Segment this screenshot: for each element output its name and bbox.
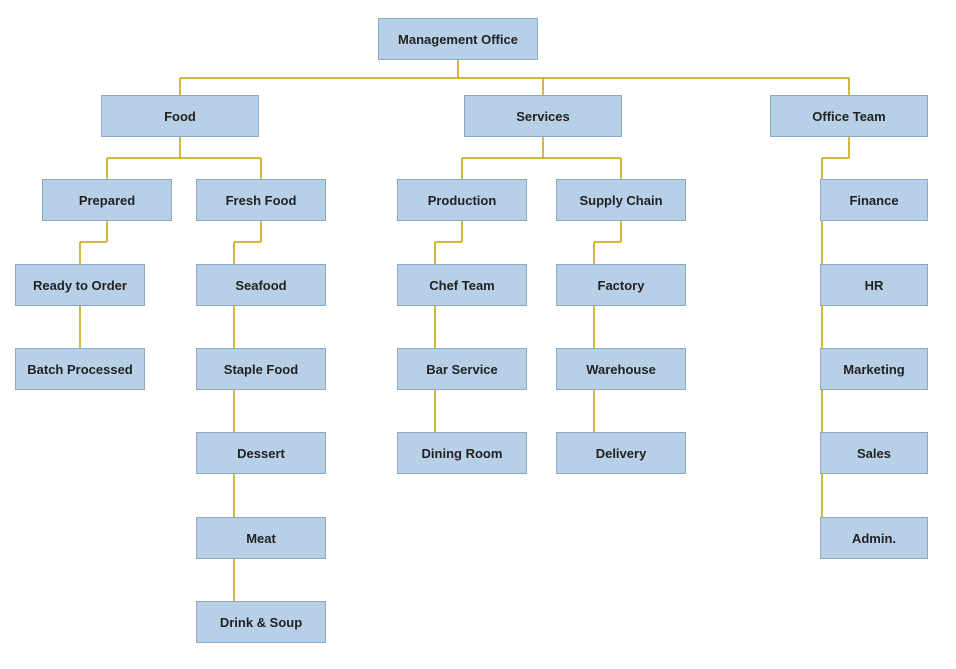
node-staple_food: Staple Food [196, 348, 326, 390]
node-fresh_food: Fresh Food [196, 179, 326, 221]
node-marketing: Marketing [820, 348, 928, 390]
node-office_team: Office Team [770, 95, 928, 137]
node-chef_team: Chef Team [397, 264, 527, 306]
node-factory: Factory [556, 264, 686, 306]
org-chart: Management Office Food Services Office Team… [0, 0, 956, 669]
node-sales: Sales [820, 432, 928, 474]
node-management: Management Office [378, 18, 538, 60]
node-batch_processed: Batch Processed [15, 348, 145, 390]
node-bar_service: Bar Service [397, 348, 527, 390]
node-prepared: Prepared [42, 179, 172, 221]
node-food: Food [101, 95, 259, 137]
node-seafood: Seafood [196, 264, 326, 306]
node-dessert: Dessert [196, 432, 326, 474]
node-drink_soup: Drink & Soup [196, 601, 326, 643]
node-finance: Finance [820, 179, 928, 221]
node-production: Production [397, 179, 527, 221]
node-admin: Admin. [820, 517, 928, 559]
node-ready_to_order: Ready to Order [15, 264, 145, 306]
node-hr: HR [820, 264, 928, 306]
node-supply_chain: Supply Chain [556, 179, 686, 221]
node-dining_room: Dining Room [397, 432, 527, 474]
node-services: Services [464, 95, 622, 137]
node-delivery: Delivery [556, 432, 686, 474]
node-meat: Meat [196, 517, 326, 559]
node-warehouse: Warehouse [556, 348, 686, 390]
